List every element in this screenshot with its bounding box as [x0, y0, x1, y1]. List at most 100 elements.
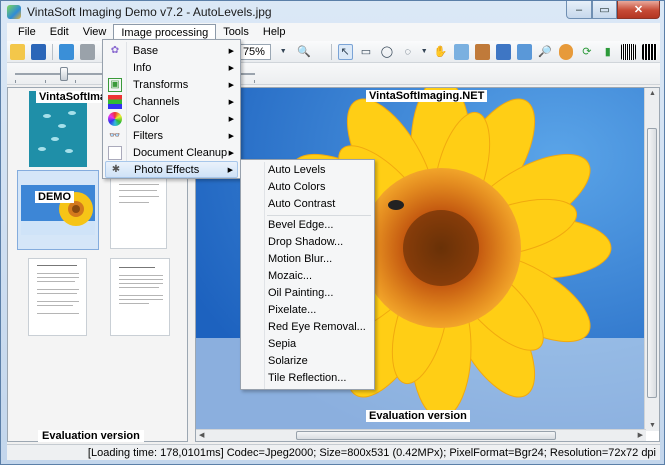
menu-item-info[interactable]: Info ▶: [105, 59, 238, 76]
thumbnail-sunflower-selected[interactable]: [17, 170, 99, 250]
menu-help[interactable]: Help: [256, 24, 293, 40]
submenu-arrow-icon: ▶: [228, 98, 234, 106]
submenu-arrow-icon: ▶: [228, 132, 234, 140]
menu-view[interactable]: View: [76, 24, 114, 40]
thumbnail-document-2[interactable]: [110, 171, 167, 249]
submenu-arrow-icon: ▶: [228, 81, 234, 89]
image-tool-icon[interactable]: [495, 43, 511, 60]
rectangle-tool-icon[interactable]: ▭: [359, 44, 374, 60]
barcode-write-icon[interactable]: [642, 43, 658, 60]
vertical-scrollbar[interactable]: ▲ ▼: [644, 88, 659, 431]
print-icon[interactable]: [79, 43, 95, 60]
info-icon: [108, 61, 122, 75]
menu-separator: [267, 215, 371, 216]
menu-item-auto-colors[interactable]: Auto Colors: [268, 181, 325, 193]
barcode-read-icon[interactable]: ▮: [600, 44, 615, 60]
crop-tool-icon[interactable]: [454, 43, 470, 60]
thumbnail-document-3[interactable]: [28, 258, 87, 336]
menu-item-label: Transforms: [133, 78, 189, 91]
window-title: VintaSoft Imaging Demo v7.2 - AutoLevels…: [27, 5, 272, 19]
doc-text-line: [37, 277, 79, 278]
maximize-button[interactable]: ▭: [592, 1, 617, 19]
vertical-scrollbar-thumb[interactable]: [647, 128, 657, 398]
status-text: [Loading time: 178,0101ms] Codec=Jpeg200…: [87, 446, 656, 459]
title-bar[interactable]: VintaSoft Imaging Demo v7.2 - AutoLevels…: [1, 1, 664, 23]
minimize-button[interactable]: –: [566, 1, 592, 19]
menu-item-auto-levels[interactable]: Auto Levels: [268, 164, 325, 176]
doc-text-line: [119, 295, 163, 296]
scroll-up-arrow-icon[interactable]: ▲: [649, 90, 656, 97]
menu-item-red-eye-removal[interactable]: Red Eye Removal...: [268, 321, 366, 333]
menu-item-bevel-edge[interactable]: Bevel Edge...: [268, 219, 333, 231]
magnifier-tool-icon[interactable]: 🔎: [538, 44, 553, 60]
submenu-arrow-icon: ▶: [228, 47, 234, 55]
slider-tick: [254, 80, 255, 83]
channels-icon: [108, 94, 122, 109]
scroll-left-arrow-icon[interactable]: ◀: [199, 431, 204, 439]
doc-text-line: [37, 273, 79, 274]
menu-item-label: Channels: [133, 95, 180, 108]
save-icon[interactable]: [30, 43, 46, 60]
doc-text-line: [119, 190, 157, 191]
menu-gutter: [264, 162, 265, 389]
menu-item-tile-reflection[interactable]: Tile Reflection...: [268, 372, 346, 384]
lasso-tool-icon[interactable]: ◌: [400, 44, 415, 60]
menu-item-transforms[interactable]: ▣ Transforms ▶: [105, 76, 238, 93]
doc-text-line: [119, 196, 159, 197]
menu-tools[interactable]: Tools: [216, 24, 256, 40]
zoom-input[interactable]: 75%: [237, 43, 271, 60]
menu-item-drop-shadow[interactable]: Drop Shadow...: [268, 236, 343, 248]
scroll-down-arrow-icon[interactable]: ▼: [649, 422, 656, 429]
barcode-icon[interactable]: [621, 43, 637, 60]
menu-item-oil-painting[interactable]: Oil Painting...: [268, 287, 333, 299]
lasso-dropdown-arrow-icon[interactable]: ▼: [421, 44, 428, 60]
document-cleanup-icon: [108, 145, 122, 160]
menu-item-photo-effects[interactable]: ✱ Photo Effects ▶: [105, 161, 238, 178]
scanner-icon[interactable]: [58, 43, 74, 60]
zoom-dropdown-arrow-icon[interactable]: ▼: [276, 44, 291, 60]
viewer-evaluation-watermark: Evaluation version: [366, 410, 470, 422]
pan-tool-icon[interactable]: ✋: [433, 44, 448, 60]
menu-edit[interactable]: Edit: [43, 24, 76, 40]
menu-item-filters[interactable]: 👓 Filters ▶: [105, 127, 238, 144]
submenu-arrow-icon: ▶: [228, 115, 234, 123]
menu-item-label: Info: [133, 61, 152, 74]
thumbnail-size-slider-thumb[interactable]: [60, 67, 68, 81]
thumbnail-document-4[interactable]: [110, 258, 170, 336]
drag-tool-icon[interactable]: [558, 43, 574, 60]
viewer-watermark: VintaSoftImaging.NET: [366, 90, 488, 102]
doc-text-line: [119, 279, 163, 280]
pointer-tool-icon[interactable]: ↖: [337, 43, 353, 60]
doc-text-line: [119, 287, 159, 288]
close-button[interactable]: ✕: [617, 1, 660, 19]
doc-text-line: [119, 202, 149, 203]
ellipse-tool-icon[interactable]: ◯: [379, 44, 394, 60]
menu-item-base[interactable]: ✿ Base ▶: [105, 42, 238, 59]
menu-item-mozaic[interactable]: Mozaic...: [268, 270, 312, 282]
menu-item-label: Photo Effects: [134, 163, 200, 176]
overview-tool-icon[interactable]: [475, 43, 490, 60]
app-logo-icon: [7, 5, 21, 19]
menu-item-color[interactable]: Color ▶: [105, 110, 238, 127]
thumbnail-sunflower-image: [21, 185, 95, 235]
menu-item-pixelate[interactable]: Pixelate...: [268, 304, 316, 316]
menu-item-auto-contrast[interactable]: Auto Contrast: [268, 198, 335, 210]
scroll-tool-icon[interactable]: [516, 43, 532, 60]
photo-effects-icon: ✱: [111, 164, 121, 175]
menu-item-channels[interactable]: Channels ▶: [105, 93, 238, 110]
menu-item-document-cleanup[interactable]: Document Cleanup ▶: [105, 144, 238, 161]
sync-tool-icon[interactable]: ⟳: [579, 44, 594, 60]
doc-text-line: [37, 265, 77, 266]
menu-item-motion-blur[interactable]: Motion Blur...: [268, 253, 332, 265]
zoom-in-icon[interactable]: 🔍: [297, 44, 312, 60]
horizontal-scrollbar[interactable]: ◀ ▶: [196, 429, 646, 441]
open-folder-icon[interactable]: [10, 43, 25, 60]
scroll-right-arrow-icon[interactable]: ▶: [638, 431, 643, 439]
menu-file[interactable]: File: [11, 24, 43, 40]
menu-item-sepia[interactable]: Sepia: [268, 338, 296, 350]
menu-item-label: Document Cleanup: [133, 146, 228, 159]
transforms-icon: ▣: [108, 77, 122, 92]
color-icon: [108, 111, 122, 126]
menu-item-solarize[interactable]: Solarize: [268, 355, 308, 367]
horizontal-scrollbar-thumb[interactable]: [296, 431, 556, 440]
